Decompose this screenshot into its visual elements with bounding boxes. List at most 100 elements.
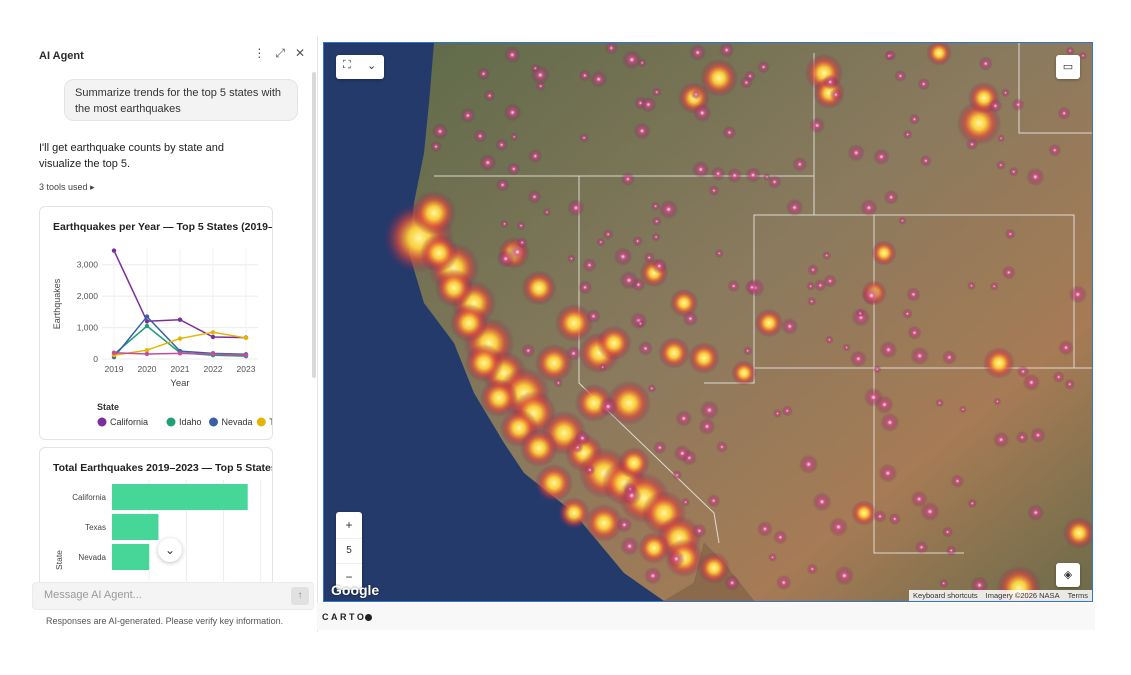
heat-point (847, 144, 865, 162)
heat-point (785, 198, 804, 217)
heat-point (528, 148, 543, 164)
bar (112, 484, 248, 510)
heat-point (620, 171, 636, 187)
heat-point (822, 74, 839, 90)
heat-point (651, 216, 662, 227)
heat-point (431, 123, 449, 140)
tools-used-toggle[interactable]: 3 tools used ▸ (39, 182, 95, 193)
heat-point (586, 308, 601, 324)
heat-point (616, 516, 633, 533)
category-label: Nevada (78, 553, 106, 562)
draw-tool-button[interactable]: ⛶ ⌄ (336, 55, 384, 79)
x-tick-label: 2022 (204, 364, 223, 374)
map-footer (317, 603, 1095, 630)
heat-cluster (688, 342, 720, 374)
heat-point (598, 397, 618, 417)
legend-label: Texas (269, 417, 272, 427)
heat-point (1048, 143, 1062, 157)
heat-point (658, 199, 679, 220)
data-point (111, 350, 117, 355)
heat-point (542, 208, 552, 217)
terms-link[interactable]: Terms (1068, 590, 1088, 601)
y-tick-label: 2,000 (77, 291, 99, 301)
toggle-side-panel-button[interactable]: ▭ (1056, 55, 1080, 79)
heat-point (675, 409, 693, 427)
heat-point (500, 219, 509, 229)
heat-point (807, 264, 819, 276)
heat-point (651, 87, 662, 97)
scroll-to-bottom-button[interactable]: ⌄ (158, 538, 182, 562)
heat-point (619, 270, 639, 290)
heat-point (875, 395, 894, 414)
legend-label: California (110, 417, 148, 427)
heat-cluster (534, 463, 574, 503)
category-label: California (72, 493, 106, 502)
heat-cluster (419, 233, 459, 273)
chevron-down-icon: ⌄ (367, 60, 377, 72)
heat-point (1001, 88, 1010, 98)
send-button[interactable]: ↑ (291, 587, 309, 605)
map-view[interactable]: ⛶ ⌄ ▭ + 5 − ◈ Google Keyboard shortcuts … (323, 42, 1093, 602)
heat-point (812, 492, 832, 512)
y-tick-label: 0 (93, 354, 98, 364)
heat-point (775, 574, 792, 591)
data-point (210, 334, 216, 340)
message-input-box[interactable]: ↑ (32, 582, 314, 610)
zoom-in-button[interactable]: + (336, 512, 362, 538)
satellite-heatmap[interactable] (324, 43, 1092, 601)
keyboard-shortcuts-link[interactable]: Keyboard shortcuts (913, 590, 978, 601)
agent-message: I'll get earthquake counts by state and … (39, 142, 224, 170)
heat-cluster (519, 428, 559, 468)
tools-used-label: 3 tools used (39, 182, 88, 192)
heat-point (898, 216, 907, 225)
heat-point (883, 189, 899, 205)
heat-point (914, 540, 929, 554)
heat-point (584, 464, 596, 476)
draw-polygon-icon: ⛶ (343, 59, 351, 71)
heat-point (718, 43, 735, 58)
heat-point (478, 153, 497, 172)
heat-point (460, 107, 476, 124)
y-tick-label: 3,000 (77, 260, 99, 270)
heat-point (637, 58, 647, 68)
heat-point (633, 122, 651, 140)
heat-point (1001, 265, 1016, 280)
panel-divider[interactable] (317, 36, 318, 632)
heat-point (621, 485, 642, 506)
heat-point (503, 46, 521, 64)
heat-point (535, 81, 546, 92)
heat-point (1027, 504, 1045, 522)
heat-point (941, 349, 957, 365)
more-options-icon[interactable]: ⋮ (253, 45, 265, 61)
legend-label: Nevada (222, 417, 253, 427)
message-input[interactable] (42, 588, 286, 602)
heat-point (806, 281, 816, 291)
expand-icon[interactable]: ⤢ (275, 45, 285, 61)
panel-title: AI Agent (39, 50, 84, 62)
heat-cluster (871, 240, 897, 266)
legend-swatch (97, 417, 107, 427)
heat-cluster (434, 268, 474, 308)
heat-point (691, 523, 707, 539)
heat-point (724, 574, 741, 591)
heat-point (910, 490, 928, 508)
data-point (144, 348, 150, 353)
heat-point (939, 578, 949, 588)
side-panel-icon: ▭ (1062, 61, 1074, 73)
heat-point (708, 185, 720, 197)
panel-scrollbar[interactable] (312, 72, 316, 378)
heat-point (681, 497, 691, 507)
heat-point (1065, 46, 1075, 56)
heat-point (781, 317, 799, 335)
data-point (177, 351, 183, 356)
y-axis-label: State (54, 550, 64, 570)
panel-header: AI Agent ⋮ ⤢ ✕ (39, 46, 305, 62)
legend-swatch (209, 417, 218, 427)
heat-point (798, 454, 819, 475)
heat-point (598, 363, 607, 372)
heat-point (530, 63, 540, 73)
close-icon[interactable]: ✕ (295, 45, 305, 61)
layers-button[interactable]: ◈ (1056, 563, 1080, 587)
heat-point (873, 509, 887, 523)
heat-point (521, 343, 536, 358)
